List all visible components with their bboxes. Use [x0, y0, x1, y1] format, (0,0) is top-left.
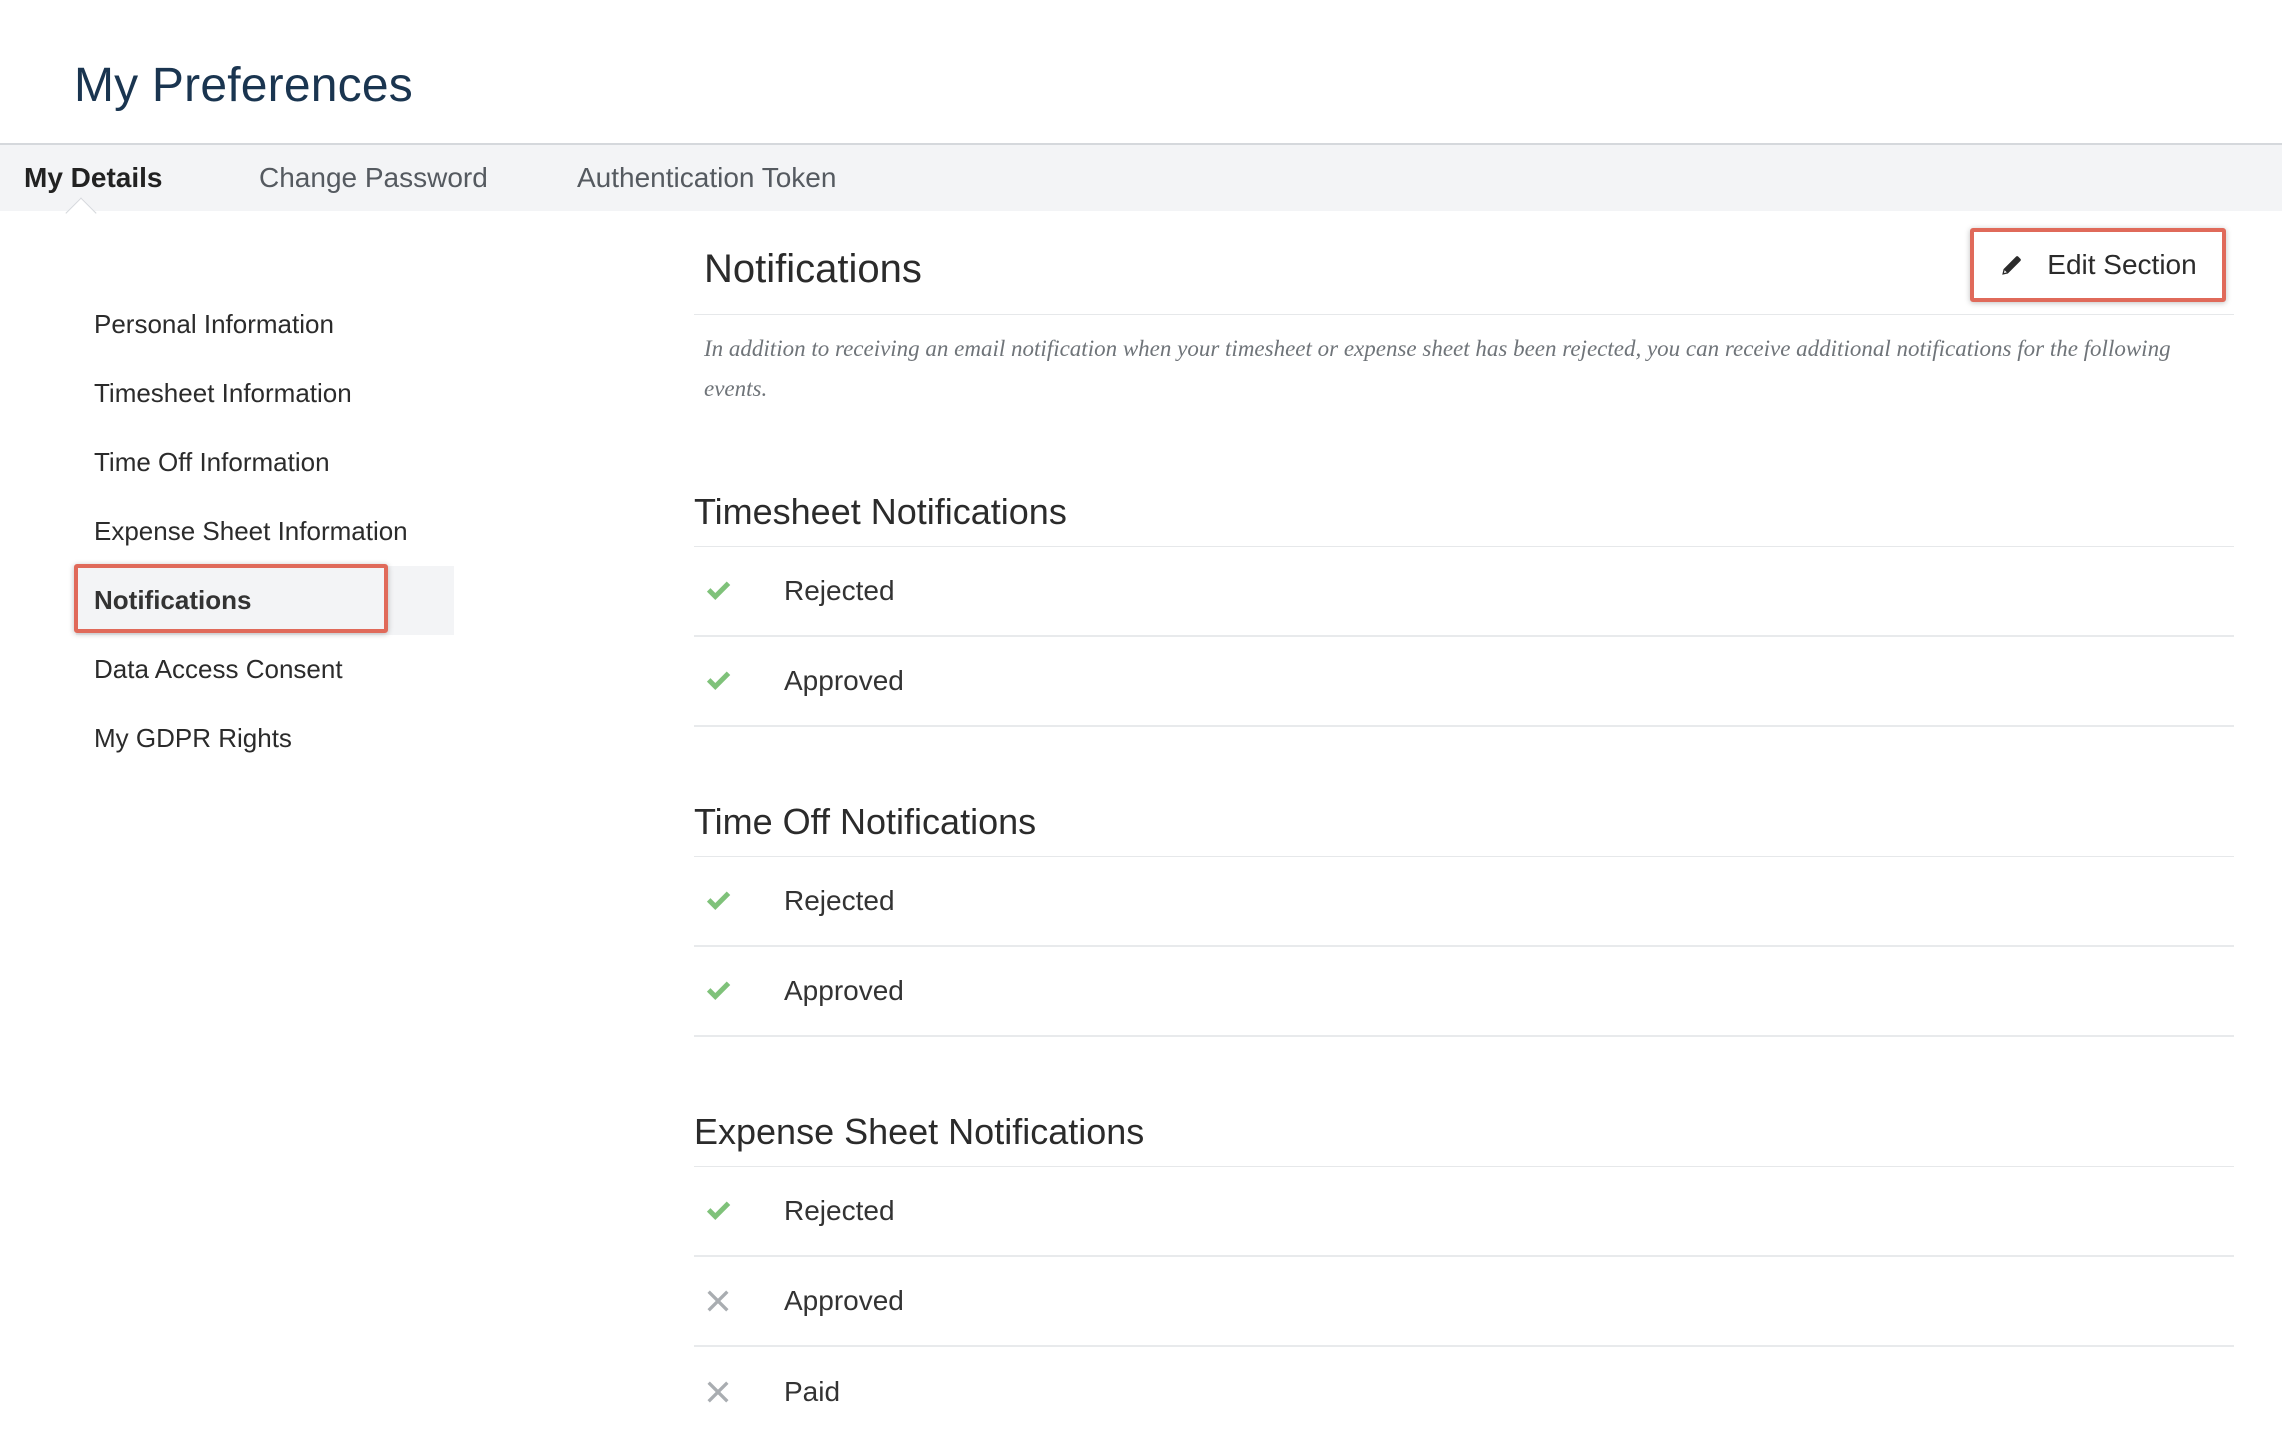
notification-label: Paid	[784, 1376, 841, 1407]
notification-row: Rejected	[694, 1167, 2234, 1257]
preferences-page: My Preferences My Details Change Passwor…	[0, 0, 2282, 1450]
group-time-off-notifications: Time Off Notifications Rejected Approved	[694, 787, 2234, 1037]
check-icon	[694, 577, 784, 605]
check-icon	[694, 887, 784, 915]
tab-change-password[interactable]: Change Password	[259, 145, 488, 211]
notification-row: Approved	[694, 637, 2234, 727]
sidebar-item-notifications[interactable]: Notifications	[74, 564, 454, 635]
page-title: My Preferences	[74, 59, 413, 112]
sidebar-item-time-off-information[interactable]: Time Off Information	[76, 428, 454, 497]
tab-my-details[interactable]: My Details	[24, 145, 163, 211]
cross-icon	[694, 1287, 784, 1315]
group-title: Expense Sheet Notifications	[694, 1097, 2234, 1167]
edit-section-button[interactable]: Edit Section	[1970, 228, 2226, 302]
pencil-icon	[1999, 252, 2025, 278]
group-title: Timesheet Notifications	[694, 477, 2234, 547]
sidebar-item-label: My GDPR Rights	[94, 723, 292, 753]
sidebar-item-label: Notifications	[94, 585, 252, 615]
tab-bar: My Details Change Password Authenticatio…	[0, 143, 2282, 229]
notification-row: Rejected	[694, 857, 2234, 947]
check-icon	[694, 1197, 784, 1225]
sidebar-item-personal-information[interactable]: Personal Information	[76, 290, 454, 359]
sidebar-nav: Personal Information Timesheet Informati…	[74, 290, 454, 773]
sidebar-item-label: Expense Sheet Information	[94, 516, 408, 546]
check-icon	[694, 667, 784, 695]
section-description: In addition to receiving an email notifi…	[704, 336, 2171, 401]
sidebar-item-expense-sheet-information[interactable]: Expense Sheet Information	[76, 497, 454, 566]
group-title: Time Off Notifications	[694, 787, 2234, 857]
tab-authentication-token[interactable]: Authentication Token	[577, 145, 836, 211]
notification-label: Rejected	[784, 1195, 895, 1226]
notification-row: Rejected	[694, 547, 2234, 637]
sidebar-item-my-gdpr-rights[interactable]: My GDPR Rights	[76, 704, 454, 773]
notification-row: Paid	[694, 1347, 2234, 1437]
notifications-panel: Notifications Edit Section In addition t…	[694, 225, 2234, 1437]
notification-row: Approved	[694, 1257, 2234, 1347]
notification-label: Approved	[784, 665, 904, 696]
notification-label: Approved	[784, 975, 904, 1006]
notification-label: Rejected	[784, 885, 895, 916]
notification-label: Approved	[784, 1285, 904, 1316]
section-title: Notifications	[704, 247, 922, 291]
sidebar-item-label: Data Access Consent	[94, 654, 343, 684]
edit-section-label: Edit Section	[2047, 249, 2197, 280]
cross-icon	[694, 1378, 784, 1406]
section-header: Notifications Edit Section	[694, 225, 2234, 315]
group-expense-sheet-notifications: Expense Sheet Notifications Rejected App…	[694, 1097, 2234, 1437]
group-timesheet-notifications: Timesheet Notifications Rejected Approve…	[694, 477, 2234, 727]
sidebar-item-timesheet-information[interactable]: Timesheet Information	[76, 359, 454, 428]
sidebar-item-label: Personal Information	[94, 309, 334, 339]
notification-row: Approved	[694, 947, 2234, 1037]
check-icon	[694, 977, 784, 1005]
sidebar-item-label: Time Off Information	[94, 447, 330, 477]
sidebar-item-label: Timesheet Information	[94, 378, 352, 408]
sidebar-item-data-access-consent[interactable]: Data Access Consent	[76, 635, 454, 704]
notification-label: Rejected	[784, 575, 895, 606]
